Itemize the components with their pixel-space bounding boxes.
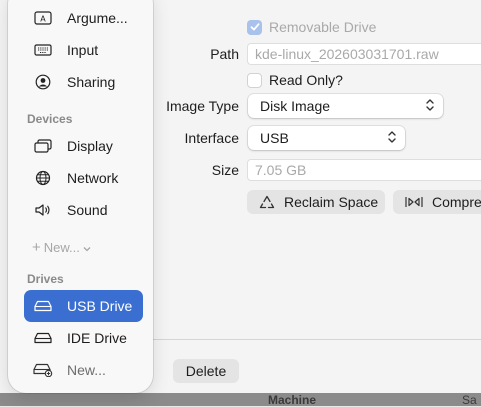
speaker-icon	[32, 203, 54, 217]
read-only-label: Read Only?	[269, 72, 343, 88]
devices-heading: Devices	[27, 112, 73, 126]
compress-label: Compre	[432, 194, 481, 210]
path-field[interactable]: kde-linux_202603031701.raw	[247, 43, 481, 65]
recycle-icon	[259, 195, 275, 210]
removable-drive-checkbox[interactable]: Removable Drive	[247, 19, 376, 35]
sidebar-item-sound[interactable]: Sound	[24, 194, 143, 226]
sidebar-item-label: IDE Drive	[67, 330, 127, 346]
sidebar-item-label: New...	[67, 362, 106, 378]
delete-label: Delete	[185, 363, 227, 379]
sidebar-item-label: Input	[67, 42, 99, 58]
sidebar-item-label: Display	[67, 138, 113, 154]
image-type-value: Disk Image	[260, 98, 331, 114]
sidebar-item-label: USB Drive	[67, 298, 133, 314]
svg-text:A: A	[40, 15, 46, 24]
chevron-down-icon	[83, 240, 91, 255]
sidebar-item-label: Sound	[67, 202, 108, 218]
background-partial-label: Sa	[462, 393, 477, 407]
read-only-checkbox[interactable]: Read Only?	[247, 72, 343, 88]
keyboard-icon	[32, 44, 54, 56]
sidebar-item-sharing[interactable]: Sharing	[24, 66, 143, 98]
person-circle-icon	[32, 74, 54, 90]
sidebar-item-display[interactable]: Display	[24, 130, 143, 162]
footer-divider	[150, 339, 481, 340]
sidebar-item-network[interactable]: Network	[24, 162, 143, 194]
sidebar-item-new-drive[interactable]: New...	[24, 354, 143, 386]
compress-icon	[405, 196, 423, 208]
sidebar-item-label: Network	[67, 170, 119, 186]
add-drive-icon	[32, 363, 54, 377]
reclaim-space-label: Reclaim Space	[284, 194, 379, 210]
interface-value: USB	[260, 130, 289, 146]
interface-label: Interface	[184, 130, 239, 146]
image-type-label: Image Type	[166, 98, 239, 114]
sidebar: A Argume... Input Sharing Devices Displa…	[8, 0, 153, 393]
up-down-chevron-icon	[426, 98, 434, 113]
sidebar-item-ide-drive[interactable]: IDE Drive	[24, 322, 143, 354]
sidebar-item-input[interactable]: Input	[24, 34, 143, 66]
sidebar-item-usb-drive[interactable]: USB Drive	[24, 290, 143, 322]
background-window-strip: Machine Sa	[0, 393, 481, 407]
globe-icon	[32, 170, 54, 186]
sidebar-item-arguments[interactable]: A Argume...	[24, 2, 143, 34]
plus-icon: +	[32, 239, 41, 256]
drives-heading: Drives	[27, 272, 64, 286]
sidebar-item-label: Argume...	[67, 10, 128, 26]
removable-drive-label: Removable Drive	[269, 19, 377, 35]
drive-icon	[32, 300, 54, 312]
image-type-popup[interactable]: Disk Image	[248, 94, 443, 118]
sidebar-item-label: Sharing	[67, 74, 116, 90]
up-down-chevron-icon	[388, 130, 396, 145]
add-device-menu[interactable]: + New...	[32, 239, 91, 256]
size-label: Size	[211, 162, 239, 178]
argument-icon: A	[32, 11, 54, 25]
display-icon	[32, 139, 54, 153]
add-device-label: New...	[43, 240, 80, 255]
background-machine-label: Machine	[268, 393, 317, 407]
checkbox-box	[247, 72, 262, 88]
compress-button[interactable]: Compre	[393, 190, 481, 214]
interface-popup[interactable]: USB	[248, 126, 405, 150]
reclaim-space-button[interactable]: Reclaim Space	[247, 190, 385, 214]
drive-icon	[32, 332, 54, 344]
checkbox-checked-icon	[247, 19, 262, 35]
path-label: Path	[210, 46, 239, 62]
size-field[interactable]: 7.05 GB	[247, 159, 481, 181]
delete-button[interactable]: Delete	[173, 359, 239, 383]
